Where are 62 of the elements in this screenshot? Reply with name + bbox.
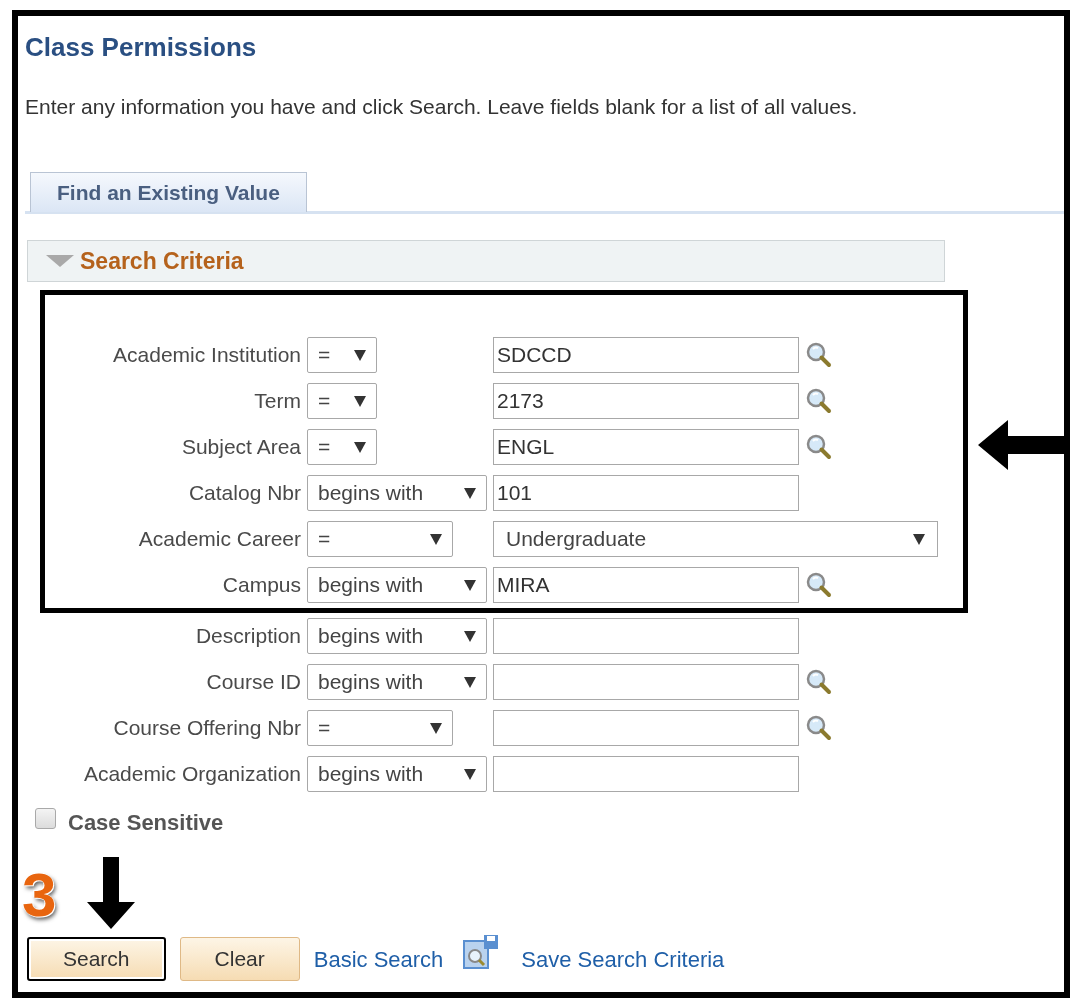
- operator-dropdown[interactable]: begins with: [307, 664, 487, 700]
- caret-icon: [464, 676, 476, 688]
- lookup-icon[interactable]: [804, 714, 832, 742]
- field-label: Course ID: [205, 669, 301, 696]
- input-field[interactable]: [493, 756, 799, 792]
- action-button[interactable]: Clear: [179, 937, 300, 981]
- input-field[interactable]: [493, 618, 799, 654]
- down-arrow: [85, 857, 137, 929]
- operator-dropdown[interactable]: =: [307, 383, 377, 419]
- link[interactable]: Save Search Criteria: [521, 942, 725, 976]
- lookup-icon[interactable]: [804, 387, 832, 415]
- field-label: Term: [253, 388, 301, 415]
- step-number: 3: [22, 864, 57, 926]
- caret-icon: [464, 630, 476, 642]
- field-label: Description: [194, 623, 301, 650]
- instructions-text: Enter any information you have and click Search. Leave fields blank for a list of all values.: [25, 94, 859, 120]
- caret-icon: [464, 768, 476, 780]
- page-title: Class Permissions: [25, 31, 258, 64]
- lookup-icon[interactable]: [804, 571, 832, 599]
- caret-icon: [464, 579, 476, 591]
- caret-icon: [913, 533, 925, 545]
- field-label: Academic Institution: [112, 342, 301, 369]
- checkbox[interactable]: [35, 807, 56, 829]
- input-field[interactable]: ENGL: [493, 429, 799, 465]
- input-field[interactable]: MIRA: [493, 567, 799, 603]
- operator-dropdown[interactable]: begins with: [307, 567, 487, 603]
- field-label: Academic Career: [137, 526, 301, 553]
- caret-icon: [430, 533, 442, 545]
- value-dropdown[interactable]: Undergraduate: [493, 521, 938, 557]
- caret-icon: [430, 722, 442, 734]
- lookup-icon[interactable]: [804, 433, 832, 461]
- operator-dropdown[interactable]: =: [307, 521, 453, 557]
- input-field[interactable]: 101: [493, 475, 799, 511]
- field-label: Academic Organization: [82, 761, 301, 788]
- expanded-triangle-icon[interactable]: [46, 255, 74, 267]
- section-header[interactable]: Search Criteria: [27, 240, 945, 282]
- input-field[interactable]: SDCCD: [493, 337, 799, 373]
- field-label: Subject Area: [180, 434, 301, 461]
- input-field[interactable]: [493, 664, 799, 700]
- tab[interactable]: Find an Existing Value: [30, 172, 307, 212]
- operator-dropdown[interactable]: begins with: [307, 475, 487, 511]
- operator-dropdown[interactable]: =: [307, 429, 377, 465]
- operator-dropdown[interactable]: begins with: [307, 756, 487, 792]
- action-button[interactable]: Search: [27, 937, 166, 981]
- save-search-icon[interactable]: [463, 934, 500, 970]
- field-label: Course Offering Nbr: [112, 715, 301, 742]
- operator-dropdown[interactable]: begins with: [307, 618, 487, 654]
- operator-dropdown[interactable]: =: [307, 710, 453, 746]
- field-label: Campus: [221, 572, 301, 599]
- link[interactable]: Basic Search: [313, 942, 444, 976]
- caret-icon: [354, 395, 366, 407]
- lookup-icon[interactable]: [804, 668, 832, 696]
- input-field[interactable]: [493, 710, 799, 746]
- operator-dropdown[interactable]: =: [307, 337, 377, 373]
- input-field[interactable]: 2173: [493, 383, 799, 419]
- caret-icon: [354, 349, 366, 361]
- lookup-icon[interactable]: [804, 341, 832, 369]
- field-label: Catalog Nbr: [187, 480, 301, 507]
- caret-icon: [354, 441, 366, 453]
- checkbox-label: Case Sensitive: [68, 808, 224, 837]
- section-title: Search Criteria: [80, 246, 244, 276]
- caret-icon: [464, 487, 476, 499]
